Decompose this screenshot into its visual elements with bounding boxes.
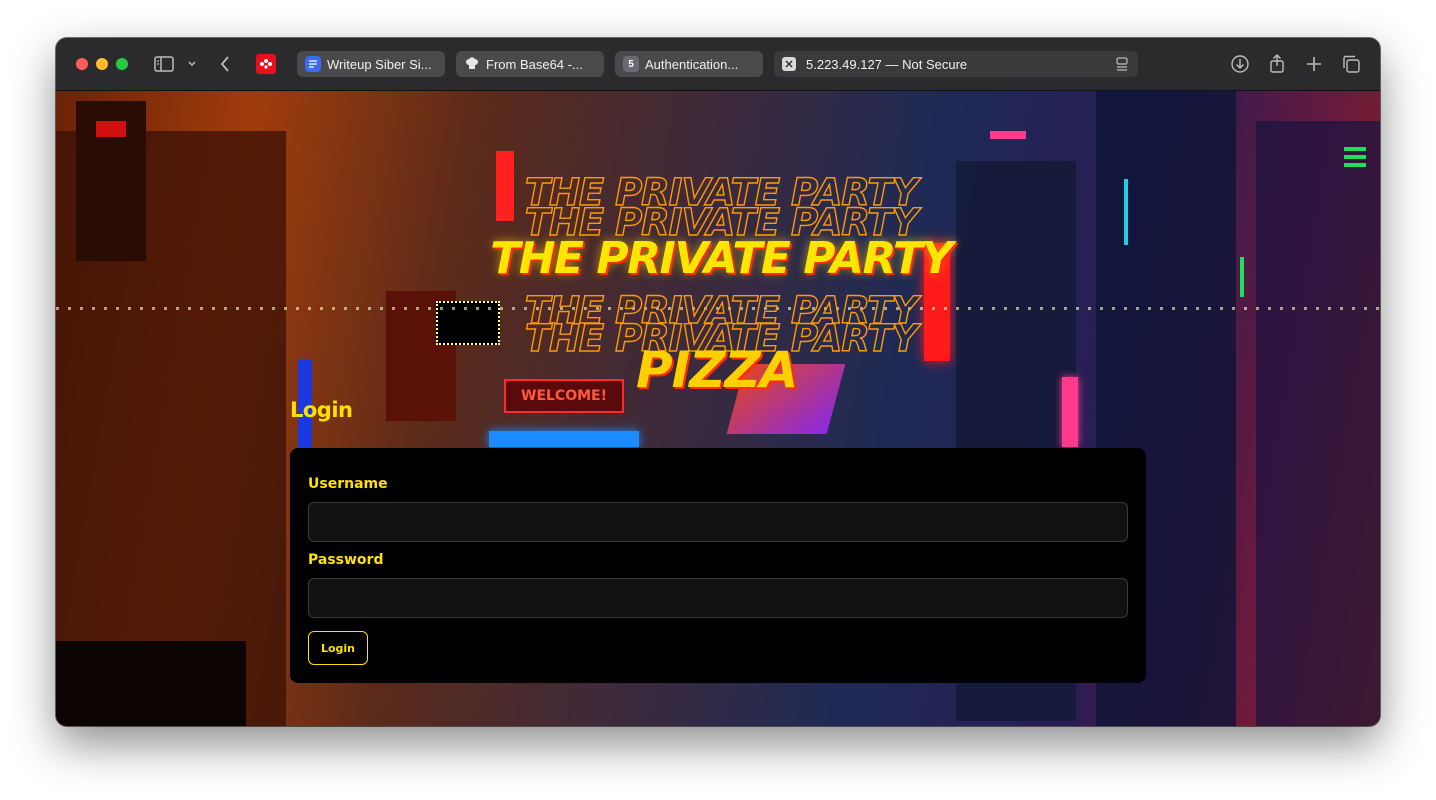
login-button[interactable]: Login (308, 631, 368, 665)
hero-subtitle: PIZZA (636, 341, 798, 399)
neon-sign (1062, 377, 1078, 447)
neon-sign (96, 121, 126, 137)
username-input[interactable] (308, 502, 1128, 542)
back-icon[interactable] (214, 53, 236, 75)
download-icon[interactable] (1229, 53, 1251, 75)
chef-hat-icon (464, 56, 480, 72)
doc-icon (305, 56, 321, 72)
password-input[interactable] (308, 578, 1128, 618)
tab-overview-icon[interactable] (1340, 53, 1362, 75)
hero-logo: THE PRIVATE PARTY THE PRIVATE PARTY THE … (486, 170, 956, 399)
address-bar[interactable]: 5.223.49.127 — Not Secure (774, 51, 1138, 77)
password-label: Password (308, 552, 384, 568)
browser-toolbar: Writeup Siber Si... From Base64 -... 5 A… (56, 38, 1380, 91)
chevron-down-icon[interactable] (181, 53, 203, 75)
neon-sign (990, 131, 1026, 139)
new-tab-icon[interactable] (1303, 53, 1325, 75)
tab-label: Authentication... (645, 56, 739, 72)
tab-writeup[interactable]: Writeup Siber Si... (297, 51, 445, 77)
not-secure-icon (782, 57, 796, 71)
close-window-button[interactable] (76, 58, 88, 70)
login-heading: Login (290, 398, 353, 422)
browser-window: Writeup Siber Si... From Base64 -... 5 A… (56, 38, 1380, 726)
number-5-icon: 5 (623, 56, 639, 72)
tab-label: Writeup Siber Si... (327, 56, 432, 72)
share-icon[interactable] (1266, 53, 1288, 75)
neon-sign (489, 431, 639, 447)
reader-icon[interactable] (1114, 56, 1130, 72)
building-silhouette (1256, 121, 1380, 726)
address-text: 5.223.49.127 — Not Secure (806, 56, 968, 72)
hero-title: THE PRIVATE PARTY (490, 233, 953, 284)
building-silhouette (56, 641, 246, 726)
neon-sign (1124, 179, 1128, 245)
username-label: Username (308, 476, 388, 492)
neon-sign (1344, 147, 1366, 151)
page-content: WELCOME! THE PRIVATE PARTY THE PRIVATE P… (56, 91, 1380, 726)
tab-authentication[interactable]: 5 Authentication... (615, 51, 763, 77)
login-panel: Username Password Login (290, 448, 1146, 683)
sidebar-toggle-icon[interactable] (153, 53, 175, 75)
tab-from-base64[interactable]: From Base64 -... (456, 51, 604, 77)
extension-icon[interactable] (255, 53, 277, 75)
tab-label: From Base64 -... (486, 56, 583, 72)
minimize-window-button[interactable] (96, 58, 108, 70)
neon-sign (1240, 257, 1244, 297)
maximize-window-button[interactable] (116, 58, 128, 70)
